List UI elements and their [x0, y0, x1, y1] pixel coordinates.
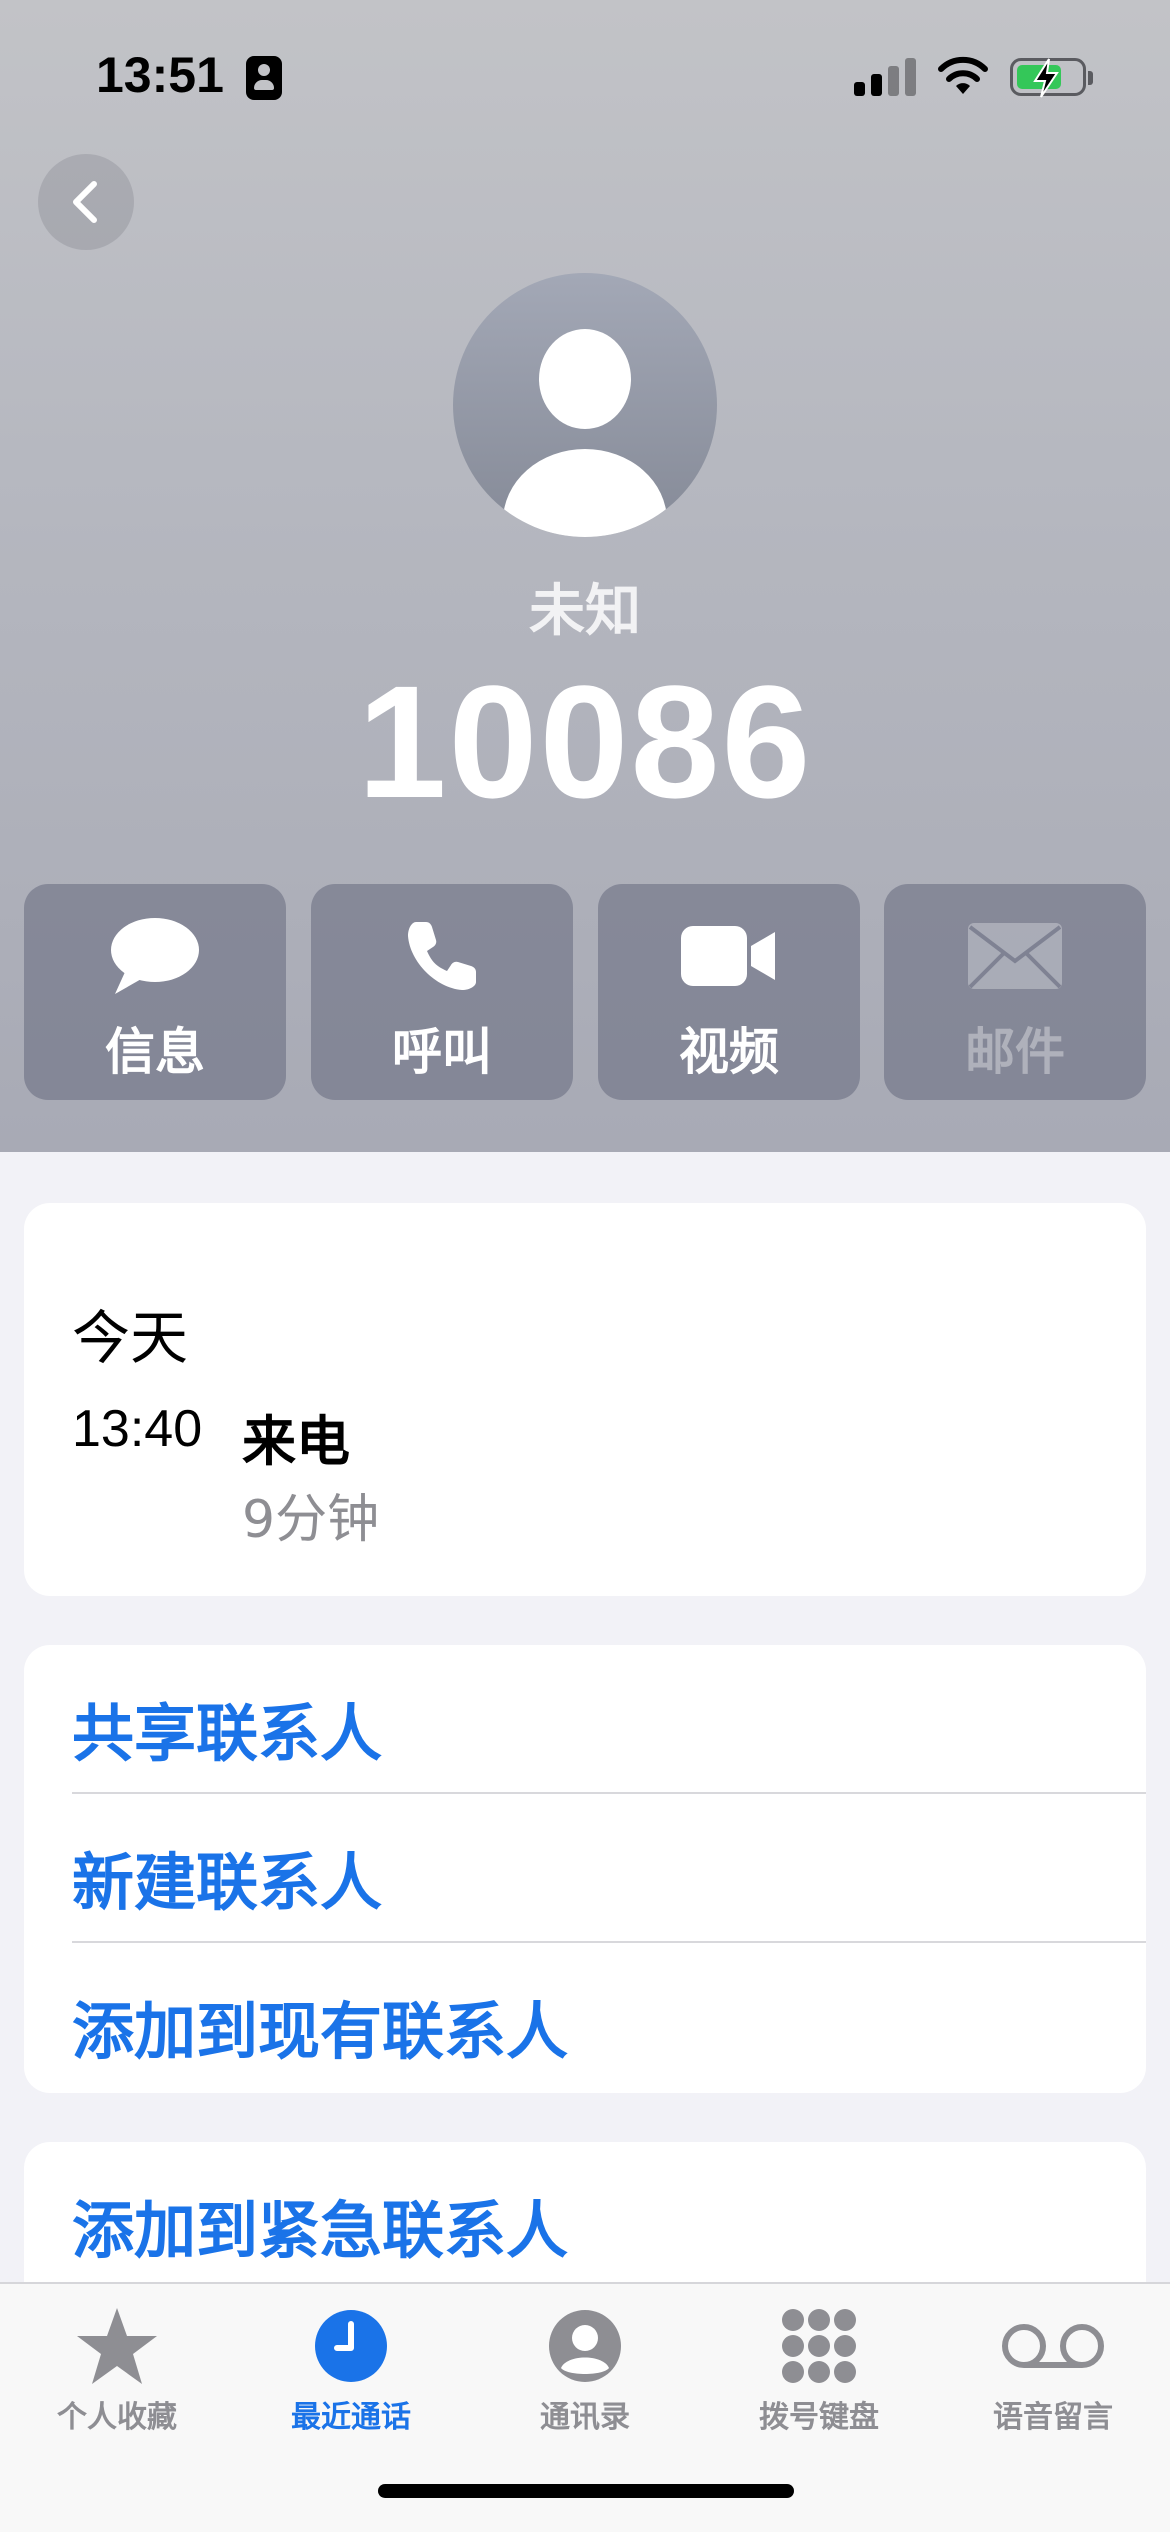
video-label: 视频: [679, 1023, 779, 1081]
tab-favorites-label: 个人收藏: [57, 2400, 177, 2435]
contact-header: 13:51 未知 10086 信息 呼叫 视频 邮件: [0, 0, 1170, 1152]
home-indicator: [378, 2484, 794, 2498]
mail-label: 邮件: [965, 1023, 1065, 1081]
cellular-signal-icon: [854, 56, 916, 96]
history-time: 13:40: [72, 1400, 203, 1458]
message-bubble-icon: [24, 914, 286, 998]
add-to-existing-contact-label: 添加到现有联系人: [72, 1995, 569, 2068]
keypad-icon: [702, 2304, 936, 2388]
voicemail-icon: [936, 2304, 1170, 2388]
battery-icon: [1010, 58, 1093, 98]
mail-button[interactable]: 邮件: [884, 884, 1146, 1100]
person-circle-icon: [468, 2304, 702, 2388]
contact-number: 10086: [357, 652, 813, 831]
call-label: 呼叫: [392, 1023, 492, 1081]
tab-contacts-label: 通讯录: [540, 2400, 630, 2435]
star-icon: [0, 2304, 234, 2388]
video-camera-icon: [598, 914, 860, 998]
status-time: 13:51: [96, 47, 224, 103]
add-to-existing-contact-link[interactable]: 添加到现有联系人: [24, 1943, 1146, 2092]
tab-favorites[interactable]: 个人收藏: [0, 2284, 234, 2474]
contact-actions-card: 共享联系人 新建联系人 添加到现有联系人: [24, 1645, 1146, 2093]
tab-voicemail-label: 语音留言: [993, 2400, 1113, 2435]
call-history-card: 今天 13:40 来电 9分钟: [24, 1203, 1146, 1596]
contact-name: 未知: [529, 579, 641, 644]
tab-keypad-label: 拨号键盘: [759, 2400, 879, 2435]
history-duration: 9分钟: [242, 1490, 380, 1550]
avatar: [453, 273, 717, 537]
history-day: 今天: [72, 1304, 189, 1372]
phone-icon: [311, 914, 573, 998]
history-call-type: 来电: [242, 1410, 350, 1473]
tab-keypad[interactable]: 拨号键盘: [702, 2284, 936, 2474]
new-contact-label: 新建联系人: [72, 1846, 383, 1919]
status-bar: 13:51: [0, 0, 1170, 150]
tab-voicemail[interactable]: 语音留言: [936, 2284, 1170, 2474]
action-buttons: 信息 呼叫 视频 邮件: [24, 884, 1146, 1100]
tab-contacts[interactable]: 通讯录: [468, 2284, 702, 2474]
call-button[interactable]: 呼叫: [311, 884, 573, 1100]
new-contact-link[interactable]: 新建联系人: [24, 1794, 1146, 1943]
video-button[interactable]: 视频: [598, 884, 860, 1100]
message-button[interactable]: 信息: [24, 884, 286, 1100]
add-to-emergency-contact-label: 添加到紧急联系人: [72, 2194, 569, 2267]
share-contact-label: 共享联系人: [72, 1697, 383, 1770]
share-contact-link[interactable]: 共享联系人: [24, 1645, 1146, 1794]
tab-recents-label: 最近通话: [291, 2400, 411, 2435]
back-button[interactable]: [38, 154, 134, 250]
chevron-left-icon: [73, 181, 97, 223]
message-label: 信息: [105, 1023, 205, 1081]
wifi-icon: [936, 54, 990, 96]
id-card-icon: [246, 56, 282, 100]
envelope-icon: [884, 914, 1146, 998]
clock-icon: [234, 2304, 468, 2388]
tab-recents[interactable]: 最近通话: [234, 2284, 468, 2474]
